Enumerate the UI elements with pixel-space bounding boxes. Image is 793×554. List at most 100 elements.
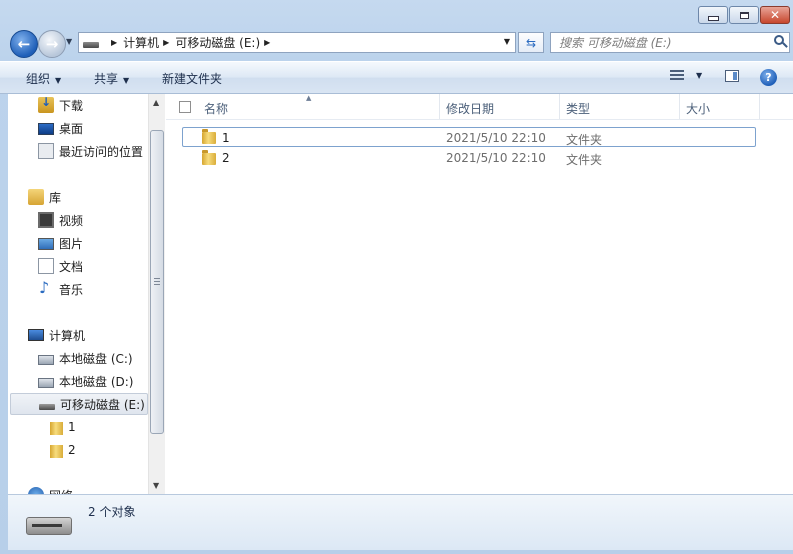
command-bar: 组织 ▼ 共享 ▼ 新建文件夹 ▼ ? — [0, 61, 793, 94]
new-folder-button[interactable]: 新建文件夹 — [162, 70, 222, 87]
close-button[interactable]: ✕ — [760, 6, 790, 24]
nav-item-label: 视频 — [59, 213, 84, 228]
nav-item-local-disk-c[interactable]: 本地磁盘 (C:) — [38, 347, 166, 369]
nav-item-libraries[interactable]: 库 — [28, 186, 166, 208]
breadcrumb-separator-icon[interactable]: ▶ — [264, 38, 270, 47]
breadcrumb-separator-icon[interactable]: ▶ — [111, 38, 117, 47]
file-row-2[interactable]: 2 2021/5/10 22:10 文件夹 — [182, 148, 756, 168]
nav-item-local-disk-d[interactable]: 本地磁盘 (D:) — [38, 370, 166, 392]
select-all-checkbox[interactable] — [179, 101, 191, 113]
nav-item-label: 音乐 — [59, 282, 84, 297]
nav-item-label: 下载 — [59, 98, 84, 113]
breadcrumb-removable-disk[interactable]: 可移动磁盘 (E:) — [175, 34, 260, 51]
breadcrumb-computer[interactable]: 计算机 — [123, 34, 159, 51]
column-divider[interactable] — [559, 94, 560, 119]
column-type[interactable]: 类型 — [566, 100, 590, 117]
address-bar[interactable]: ▶ 计算机 ▶ 可移动磁盘 (E:) ▶ ▼ — [78, 32, 516, 53]
search-input[interactable]: 搜索 可移动磁盘 (E:) — [550, 32, 790, 53]
organize-button[interactable]: 组织 ▼ — [26, 70, 61, 87]
column-name[interactable]: 名称 — [204, 100, 228, 117]
nav-item-downloads[interactable]: 下载 — [38, 94, 166, 116]
organize-label: 组织 — [26, 72, 51, 86]
column-divider[interactable] — [759, 94, 760, 119]
column-size[interactable]: 大小 — [686, 100, 710, 117]
forward-button[interactable]: → — [38, 30, 66, 58]
desktop-icon — [38, 123, 54, 135]
window-controls: ✕ — [697, 6, 790, 24]
nav-item-pictures[interactable]: 图片 — [38, 232, 166, 254]
libraries-icon — [28, 189, 44, 205]
nav-item-label: 2 — [68, 443, 76, 457]
computer-icon — [28, 329, 44, 341]
nav-item-recent-places[interactable]: 最近访问的位置 — [38, 140, 166, 162]
nav-item-label: 计算机 — [49, 328, 86, 343]
network-icon — [28, 487, 44, 494]
nav-item-label: 本地磁盘 (D:) — [59, 374, 134, 389]
local-disk-d-icon — [38, 378, 54, 388]
nav-item-label: 图片 — [59, 236, 84, 251]
maximize-button[interactable] — [729, 6, 759, 24]
share-label: 共享 — [94, 72, 119, 86]
nav-item-desktop[interactable]: 桌面 — [38, 117, 166, 139]
minimize-button[interactable] — [698, 6, 728, 24]
nav-item-label: 可移动磁盘 (E:) — [60, 397, 145, 412]
file-type: 文件夹 — [566, 153, 603, 167]
nav-item-label: 文档 — [59, 259, 84, 274]
nav-item-label: 网络 — [49, 487, 73, 495]
sort-ascending-icon: ▲ — [306, 94, 312, 102]
column-modified[interactable]: 修改日期 — [446, 100, 494, 117]
refresh-button[interactable]: ⇆ — [518, 32, 544, 53]
explorer-window: ✕ ← → ▼ ▶ 计算机 ▶ 可移动磁盘 (E:) ▶ ▼ ⇆ 搜索 可移动磁… — [0, 0, 793, 554]
breadcrumb-separator-icon[interactable]: ▶ — [163, 38, 169, 47]
removable-drive-icon — [83, 41, 99, 48]
recent-places-icon — [38, 143, 54, 159]
address-dropdown-icon[interactable]: ▼ — [504, 37, 510, 46]
video-icon — [38, 212, 54, 228]
maximize-icon — [739, 11, 749, 19]
share-button[interactable]: 共享 ▼ — [94, 70, 129, 87]
file-modified: 2021/5/10 22:10 — [446, 131, 546, 145]
nav-item-documents[interactable]: 文档 — [38, 255, 166, 277]
file-row-1[interactable]: 1 2021/5/10 22:10 文件夹 — [182, 127, 756, 147]
help-icon[interactable]: ? — [760, 69, 777, 86]
nav-item-removable-disk-e[interactable]: 可移动磁盘 (E:) — [10, 393, 148, 415]
file-name: 2 — [222, 151, 230, 165]
nav-item-videos[interactable]: 视频 — [38, 209, 166, 231]
nav-item-label: 本地磁盘 (C:) — [59, 351, 133, 366]
scroll-up-icon[interactable]: ▲ — [153, 98, 159, 107]
removable-disk-icon — [39, 404, 55, 410]
scroll-down-icon[interactable]: ▼ — [153, 481, 159, 490]
arrow-right-icon: → — [45, 35, 59, 53]
recent-pages-dropdown[interactable]: ▼ — [66, 37, 72, 46]
chevron-down-icon: ▼ — [123, 76, 130, 85]
search-icon[interactable] — [774, 35, 784, 45]
folder-icon — [202, 129, 216, 144]
navigation-scrollbar[interactable]: ▲ ▼ — [148, 94, 165, 494]
arrow-left-icon: ← — [17, 35, 31, 53]
nav-item-label: 1 — [68, 420, 76, 434]
change-view-icon[interactable] — [670, 70, 684, 82]
column-divider[interactable] — [439, 94, 440, 119]
nav-item-music[interactable]: 音乐 — [38, 278, 166, 300]
file-list: ▲ 名称 修改日期 类型 大小 1 2021/5/10 22:10 文件夹 2 … — [166, 94, 793, 494]
folder-icon — [50, 444, 63, 458]
search-placeholder: 搜索 可移动磁盘 (E:) — [559, 36, 672, 50]
column-divider[interactable] — [679, 94, 680, 119]
documents-icon — [38, 258, 54, 274]
scrollbar-thumb[interactable] — [150, 130, 164, 434]
view-options-dropdown[interactable]: ▼ — [696, 71, 702, 80]
folder-icon — [50, 421, 63, 435]
nav-item-network[interactable]: 网络 — [28, 484, 166, 494]
back-button[interactable]: ← — [10, 30, 38, 58]
column-header: ▲ 名称 修改日期 类型 大小 — [166, 94, 793, 120]
minimize-icon — [707, 15, 719, 21]
navigation-pane: 下载 桌面 最近访问的位置 库 视频 图片 文档 音乐 — [8, 94, 166, 494]
folder-icon — [202, 150, 216, 165]
item-count: 2 个对象 — [88, 505, 136, 519]
nav-item-computer[interactable]: 计算机 — [28, 324, 166, 346]
nav-item-label: 最近访问的位置 — [59, 144, 144, 159]
preview-pane-icon[interactable] — [725, 70, 739, 82]
details-pane: 2 个对象 — [8, 494, 793, 550]
file-modified: 2021/5/10 22:10 — [446, 151, 546, 165]
local-disk-c-icon — [38, 355, 54, 365]
